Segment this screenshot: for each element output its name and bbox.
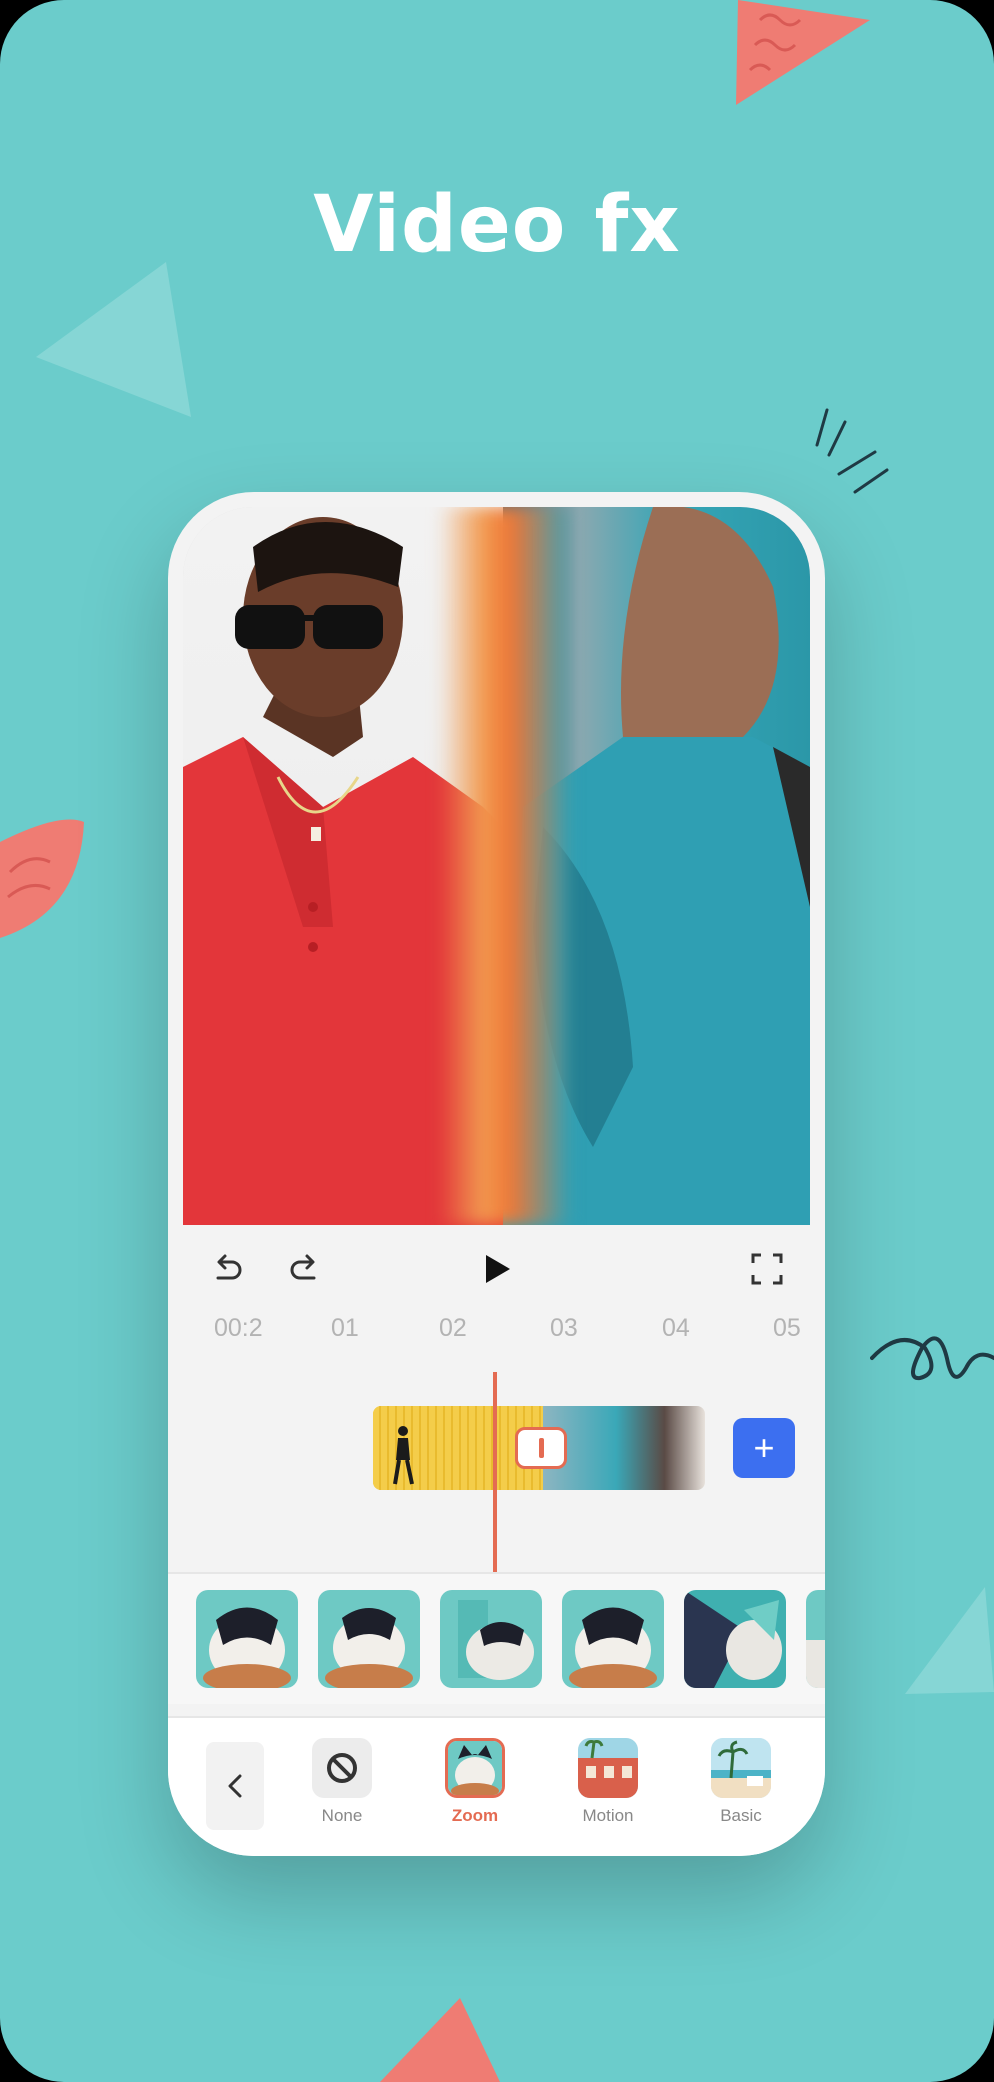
time-tick: 04	[662, 1314, 690, 1342]
walking-person-image	[393, 1426, 414, 1485]
teal-triangle-right-decoration	[905, 1587, 994, 1694]
beach-thumbnail-icon	[711, 1738, 771, 1798]
video-preview[interactable]	[183, 507, 810, 1225]
effect-frame-thumbnail[interactable]	[806, 1590, 825, 1688]
pink-triangle-top-decoration	[736, 0, 870, 105]
effect-frame-thumbnail[interactable]	[318, 1590, 420, 1688]
squiggle-decoration	[870, 1336, 994, 1381]
pink-triangle-bottom-decoration	[380, 1998, 500, 2082]
play-icon[interactable]	[474, 1246, 520, 1292]
redo-icon[interactable]	[282, 1246, 328, 1292]
no-symbol-icon	[312, 1738, 372, 1798]
cat-thumbnail-icon	[445, 1738, 505, 1798]
timeline-track: +	[168, 1372, 825, 1572]
teal-triangle-decoration	[36, 262, 191, 417]
effect-option-motion[interactable]: Motion	[558, 1738, 658, 1826]
add-clip-button[interactable]: +	[733, 1418, 795, 1478]
playback-controls	[168, 1232, 825, 1312]
transition-blur	[438, 507, 568, 1225]
effect-type-bar: None Zoom Motion Basic	[168, 1718, 825, 1856]
effect-option-none[interactable]: None	[292, 1738, 392, 1826]
effect-option-basic[interactable]: Basic	[691, 1738, 791, 1826]
phone-mockup: 00:2 01 02 03 04 05 + None Zoom Motion B…	[168, 492, 825, 1856]
effect-frames-strip	[168, 1574, 825, 1704]
sparkle-lines-decoration	[815, 408, 889, 494]
time-tick: 05	[773, 1314, 801, 1342]
promo-card: Video fx 00:2 01 02 03 04 05 + None Zoom…	[0, 0, 994, 2082]
undo-icon[interactable]	[204, 1246, 250, 1292]
effect-frame-thumbnail[interactable]	[562, 1590, 664, 1688]
effect-frame-thumbnail[interactable]	[440, 1590, 542, 1688]
effect-option-label: Basic	[720, 1806, 762, 1825]
effect-option-zoom[interactable]: Zoom	[425, 1738, 525, 1826]
fullscreen-icon[interactable]	[744, 1246, 790, 1292]
effect-frame-thumbnail[interactable]	[196, 1590, 298, 1688]
effect-option-label: Zoom	[451, 1806, 499, 1825]
chevron-left-icon	[228, 1774, 242, 1798]
playhead[interactable]	[493, 1372, 497, 1572]
effect-frame-thumbnail[interactable]	[684, 1590, 786, 1688]
pink-leaf-left-decoration	[0, 819, 84, 938]
clip-woman-jacket[interactable]	[543, 1406, 705, 1490]
transition-handle[interactable]	[515, 1427, 567, 1469]
building-thumbnail-icon	[578, 1738, 638, 1798]
time-tick: 02	[439, 1314, 467, 1342]
time-ruler: 00:2 01 02 03 04 05	[168, 1314, 825, 1364]
back-button[interactable]	[206, 1742, 264, 1830]
effect-option-label: Motion	[582, 1806, 634, 1825]
time-tick: 00:2	[214, 1314, 263, 1342]
effect-option-label: None	[321, 1806, 363, 1825]
time-tick: 01	[331, 1314, 359, 1342]
time-tick: 03	[550, 1314, 578, 1342]
headline: Video fx	[313, 180, 681, 270]
